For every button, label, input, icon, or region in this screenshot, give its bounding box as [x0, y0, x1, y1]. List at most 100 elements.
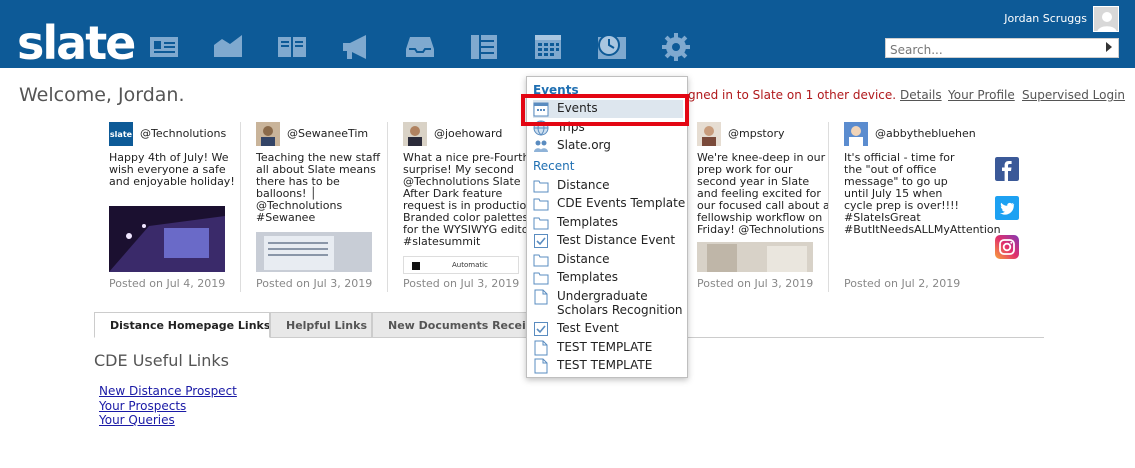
- post-avatar: [403, 122, 427, 146]
- post-text: Teaching the new staff all about Slate m…: [256, 151, 381, 224]
- menu-item-label: Distance: [557, 178, 610, 192]
- feed-post[interactable]: @SewaneeTim Teaching the new staff all a…: [256, 122, 391, 292]
- search-input[interactable]: [886, 41, 1096, 59]
- post-date: Posted on Jul 3, 2019: [697, 277, 814, 290]
- inbox-icon[interactable]: [404, 31, 436, 63]
- post-handle[interactable]: @SewaneeTim: [287, 127, 368, 140]
- queue-list-icon[interactable]: [468, 31, 500, 63]
- top-nav-bar: slate Jordan Scruggs Search...: [0, 0, 1135, 68]
- post-text: What a nice pre-Fourth surprise! My seco…: [403, 151, 537, 248]
- post-avatar: [256, 122, 280, 146]
- tab-new-documents-received[interactable]: New Documents Received: [372, 312, 532, 338]
- post-date: Posted on Jul 3, 2019: [256, 277, 373, 290]
- post-image[interactable]: [256, 232, 372, 272]
- post-handle[interactable]: @Technolutions: [140, 127, 226, 140]
- post-text: Happy 4th of July! We wish everyone a sa…: [109, 151, 235, 188]
- document-icon: [534, 358, 548, 374]
- svg-text:slate: slate: [110, 130, 133, 139]
- menu-item-label: Test Distance Event: [557, 233, 676, 247]
- your-prospects-link[interactable]: Your Prospects: [99, 399, 186, 413]
- calendar-icon[interactable]: [532, 31, 564, 63]
- recent-item-distance[interactable]: Distance: [533, 251, 683, 269]
- post-divider: [828, 122, 829, 292]
- session-notice: gned in to Slate on 1 other device.: [688, 88, 897, 102]
- document-icon: [534, 340, 548, 356]
- events-highlight-box: [521, 94, 689, 126]
- feed-post[interactable]: @abbythebluehen It's official - time for…: [844, 122, 1001, 292]
- post-image[interactable]: [697, 242, 813, 272]
- recent-item-templates[interactable]: Templates: [533, 269, 683, 287]
- instagram-icon[interactable]: [995, 235, 1019, 259]
- checkbox-icon: [534, 234, 548, 248]
- search-go-icon[interactable]: [1106, 42, 1112, 52]
- recent-item-distance[interactable]: Distance: [533, 177, 683, 195]
- tab-distance-homepage-links[interactable]: Distance Homepage Links: [94, 312, 270, 338]
- slate-logo[interactable]: slate: [17, 18, 136, 68]
- recent-item-test-template[interactable]: TEST TEMPLATE: [533, 339, 683, 357]
- post-avatar: [844, 122, 868, 146]
- post-divider: [387, 122, 388, 292]
- post-avatar: [697, 122, 721, 146]
- post-image[interactable]: [109, 206, 225, 272]
- image-caption: Automatic: [452, 261, 488, 269]
- post-text: It's official - time for the "out of off…: [844, 151, 1001, 236]
- supervised-login-link[interactable]: Supervised Login: [1022, 88, 1125, 102]
- twitter-icon[interactable]: [995, 196, 1019, 220]
- gear-icon[interactable]: [660, 31, 692, 63]
- folder-icon: [533, 217, 549, 230]
- menu-item-label: CDE Events Template: [557, 196, 686, 210]
- analytics-icon[interactable]: [212, 31, 244, 63]
- facebook-icon[interactable]: [995, 157, 1019, 181]
- menu-item-label: Test Event: [557, 321, 619, 335]
- feed-post[interactable]: @joehoward What a nice pre-Fourth surpri…: [403, 122, 538, 292]
- menu-item-label: TEST TEMPLATE: [557, 358, 653, 372]
- menu-heading-recent: Recent: [533, 159, 575, 173]
- post-date: Posted on Jul 2, 2019: [844, 277, 961, 290]
- recent-item-undergraduate-scholars-recognition[interactable]: Undergraduate Scholars Recognition: [533, 288, 683, 318]
- book-icon[interactable]: [276, 31, 308, 63]
- recent-item-test-template[interactable]: TEST TEMPLATE: [533, 357, 683, 375]
- contact-card-icon[interactable]: [148, 31, 180, 63]
- folder-icon: [533, 198, 549, 211]
- post-handle[interactable]: @joehoward: [434, 127, 502, 140]
- document-icon: [534, 289, 548, 305]
- post-handle[interactable]: @mpstory: [728, 127, 785, 140]
- your-profile-link[interactable]: Your Profile: [948, 88, 1015, 102]
- folder-icon: [533, 272, 549, 285]
- post-divider: [240, 122, 241, 292]
- post-handle[interactable]: @abbythebluehen: [875, 127, 976, 140]
- menu-item-label: Slate.org: [557, 138, 611, 152]
- your-queries-link[interactable]: Your Queries: [99, 413, 175, 427]
- person-icon: [1094, 7, 1118, 31]
- details-link[interactable]: Details: [900, 88, 942, 102]
- menu-item-slate-org[interactable]: Slate.org: [533, 137, 683, 155]
- welcome-greeting: Welcome, Jordan.: [19, 84, 185, 106]
- recent-item-test-event[interactable]: Test Event: [533, 320, 683, 338]
- recent-item-templates[interactable]: Templates: [533, 214, 683, 232]
- tab-helpful-links[interactable]: Helpful Links: [270, 312, 372, 338]
- menu-item-label: Templates: [557, 215, 619, 229]
- folder-icon: [533, 254, 549, 267]
- search-box[interactable]: [885, 38, 1119, 59]
- user-avatar[interactable]: [1093, 6, 1119, 32]
- post-date: Posted on Jul 3, 2019: [403, 277, 520, 290]
- megaphone-icon[interactable]: [340, 31, 372, 63]
- folder-icon: [533, 180, 549, 193]
- feed-post[interactable]: @mpstory We're knee-deep in our prep wor…: [697, 122, 832, 292]
- people-icon: [534, 140, 548, 152]
- new-distance-prospect-link[interactable]: New Distance Prospect: [99, 384, 237, 398]
- feed-post[interactable]: slate @Technolutions Happy 4th of July! …: [109, 122, 244, 292]
- recent-item-cde-events-template[interactable]: CDE Events Template: [533, 195, 686, 213]
- user-name[interactable]: Jordan Scruggs: [1004, 12, 1087, 25]
- recent-item-test-distance-event[interactable]: Test Distance Event: [533, 232, 683, 250]
- post-avatar: slate: [109, 122, 133, 146]
- post-image[interactable]: Automatic: [403, 256, 519, 274]
- page: slate Jordan Scruggs Search... Welcome, …: [0, 0, 1135, 468]
- menu-item-label: Undergraduate Scholars Recognition: [557, 289, 683, 317]
- image-block: [412, 262, 420, 270]
- menu-item-label: Distance: [557, 252, 610, 266]
- post-text: We're knee-deep in our prep work for our…: [697, 151, 830, 236]
- clock-icon[interactable]: [596, 31, 628, 63]
- menu-item-label: TEST TEMPLATE: [557, 340, 653, 354]
- checkbox-icon: [534, 322, 548, 336]
